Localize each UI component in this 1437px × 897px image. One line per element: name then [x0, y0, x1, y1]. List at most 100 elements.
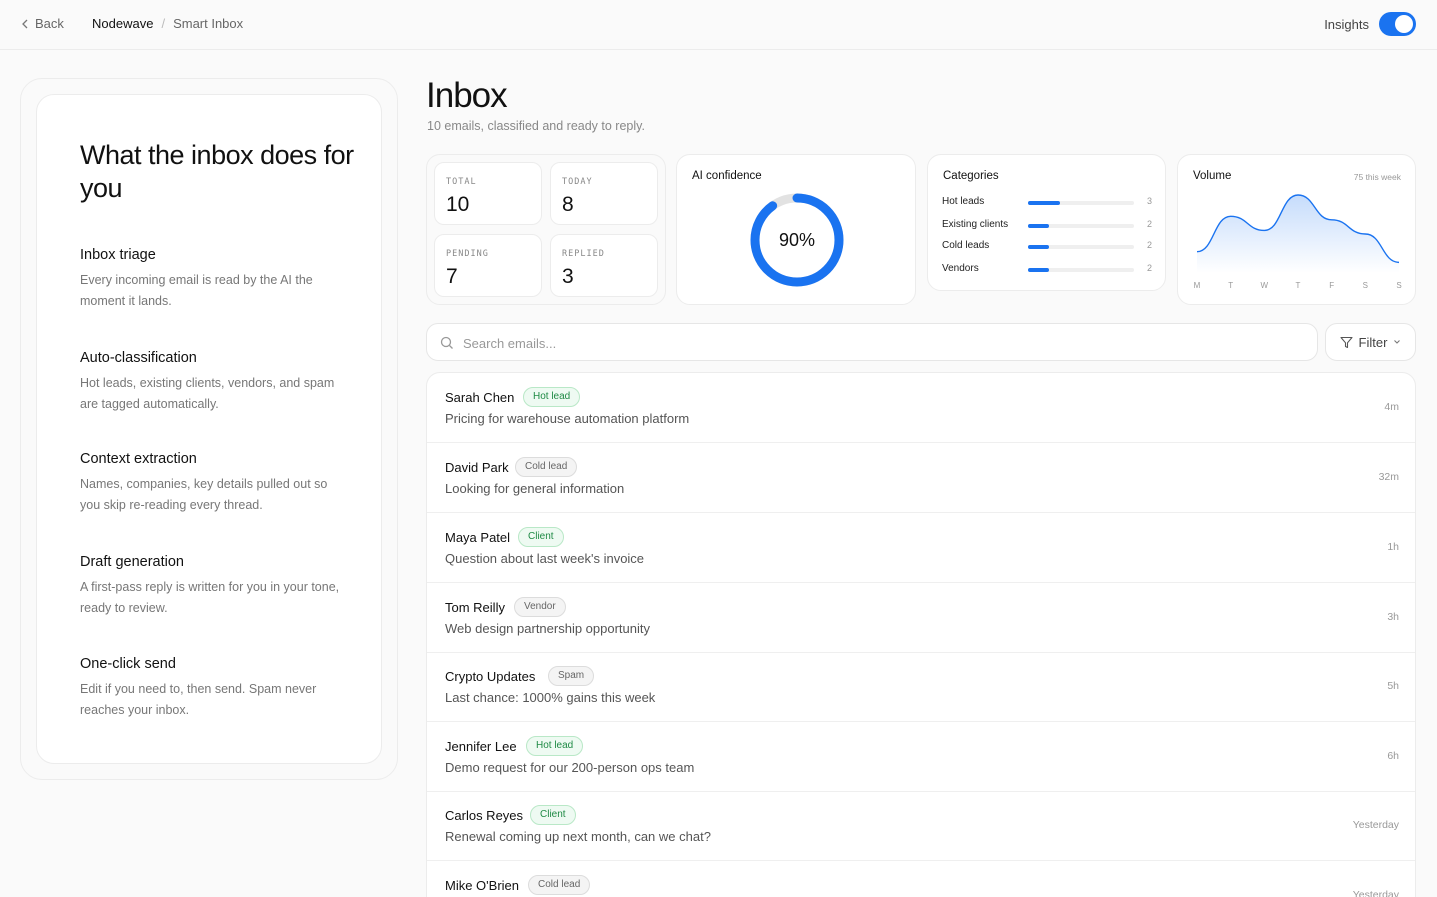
email-sender: Carlos Reyes — [445, 808, 524, 823]
feature-description: Names, companies, key details pulled out… — [80, 477, 328, 512]
feature-item: Context extraction Names, companies, key… — [80, 451, 350, 515]
page-title: Inbox — [426, 76, 508, 115]
email-row[interactable]: Tom Reilly Vendor Web design partnership… — [427, 583, 1415, 653]
email-subject: Web design partnership opportunity — [445, 621, 650, 636]
category-count: 3 — [1146, 196, 1152, 206]
ai-confidence-title: AI confidence — [692, 170, 762, 182]
category-bar-fill — [1028, 201, 1060, 205]
email-time: 32m — [1378, 471, 1399, 483]
volume-day-label: F — [1329, 281, 1334, 290]
category-name: Hot leads — [942, 196, 985, 207]
stats-card: TOTAL 10 TODAY 8 PENDING 7 REPLIED 3 — [426, 154, 666, 305]
email-sender: Maya Patel — [445, 530, 511, 545]
feature-title: Context extraction — [80, 451, 197, 467]
feature-panel-title: What the inbox does for you — [80, 140, 354, 203]
volume-day-label: T — [1228, 281, 1233, 290]
category-count: 2 — [1146, 219, 1152, 229]
email-time: Yesterday — [1352, 819, 1399, 831]
email-sender: Sarah Chen — [445, 390, 515, 405]
category-row-vendors: Vendors 2 — [942, 263, 1152, 277]
breadcrumb-item-nodewave[interactable]: Nodewave — [92, 16, 153, 31]
email-subject: Demo request for our 200-person ops team — [445, 760, 695, 775]
volume-day-label: S — [1363, 281, 1368, 290]
category-name: Existing clients — [942, 219, 1009, 230]
insights-control: Insights — [1324, 12, 1416, 36]
email-tag: Spam — [548, 666, 595, 686]
funnel-icon — [1339, 336, 1353, 348]
toggle-knob — [1395, 15, 1413, 33]
insights-toggle[interactable] — [1379, 12, 1416, 36]
volume-card: Volume 75 this week MTWTFSS — [1177, 154, 1416, 305]
stat-label: REPLIED — [562, 249, 605, 259]
email-subject: Pricing for warehouse automation platfor… — [445, 411, 690, 426]
category-bar-track — [1028, 268, 1134, 272]
email-tag: Hot lead — [523, 387, 581, 407]
email-row[interactable]: Jennifer Lee Hot lead Demo request for o… — [427, 722, 1415, 792]
email-sender: Crypto Updates — [445, 669, 536, 684]
category-count: 2 — [1146, 240, 1152, 250]
email-list: Sarah Chen Hot lead Pricing for warehous… — [426, 372, 1416, 897]
search-input[interactable] — [463, 333, 1263, 353]
email-subject: Last chance: 1000% gains this week — [445, 690, 656, 705]
breadcrumb-item-smart-inbox: Smart Inbox — [173, 16, 244, 31]
feature-title: Inbox triage — [80, 247, 156, 263]
stat-total: TOTAL 10 — [434, 162, 542, 225]
feature-item: Inbox triage Every incoming email is rea… — [80, 247, 350, 311]
email-subject: Looking for general information — [445, 481, 625, 496]
stat-value: 10 — [446, 193, 470, 216]
stat-value: 7 — [446, 265, 458, 288]
stat-label: PENDING — [446, 249, 489, 259]
email-tag: Vendor — [514, 597, 566, 617]
back-button[interactable]: Back — [21, 16, 64, 31]
feature-title: One-click send — [80, 656, 176, 672]
email-row[interactable]: Crypto Updates Spam Last chance: 1000% g… — [427, 652, 1415, 722]
feature-description: Edit if you need to, then send. Spam nev… — [80, 682, 317, 717]
category-bar-fill — [1028, 224, 1050, 228]
feature-item: Draft generation A first-pass reply is w… — [80, 554, 350, 618]
categories-title: Categories — [943, 170, 999, 182]
email-sender: Jennifer Lee — [445, 739, 517, 754]
volume-day-labels: MTWTFSS — [1194, 281, 1402, 290]
stat-replied: REPLIED 3 — [550, 234, 658, 297]
email-row[interactable]: Carlos Reyes Client Renewal coming up ne… — [427, 791, 1415, 861]
stat-pending: PENDING 7 — [434, 234, 542, 297]
email-subject: Renewal coming up next month, can we cha… — [445, 829, 711, 844]
feature-item: Auto-classification Hot leads, existing … — [80, 350, 350, 414]
feature-card: What the inbox does for you Inbox triage… — [36, 94, 382, 764]
search-icon — [440, 336, 453, 349]
email-sender: David Park — [445, 460, 509, 475]
feature-description: Every incoming email is read by the AI t… — [80, 273, 313, 308]
email-tag: Cold lead — [515, 457, 578, 477]
feature-description: Hot leads, existing clients, vendors, an… — [80, 376, 335, 411]
email-row[interactable]: Mike O'Brien Cold lead Yesterday — [427, 861, 1415, 897]
email-time: Yesterday — [1352, 889, 1399, 897]
stat-label: TOTAL — [446, 177, 477, 187]
breadcrumb-separator: / — [161, 16, 166, 31]
email-row[interactable]: Sarah Chen Hot lead Pricing for warehous… — [427, 373, 1415, 443]
category-row-existing-clients: Existing clients 2 — [942, 219, 1152, 233]
page-subtitle: 10 emails, classified and ready to reply… — [427, 119, 645, 133]
feature-panel: What the inbox does for you Inbox triage… — [20, 78, 398, 780]
filter-button[interactable]: Filter — [1325, 323, 1416, 361]
category-bar-track — [1028, 224, 1134, 228]
email-row[interactable]: David Park Cold lead Looking for general… — [427, 443, 1415, 513]
volume-chart: MTWTFSS — [1194, 194, 1402, 290]
email-time: 6h — [1387, 750, 1399, 762]
volume-day-label: M — [1194, 281, 1201, 290]
volume-day-label: T — [1296, 281, 1301, 290]
email-time: 5h — [1387, 680, 1399, 692]
category-row-cold-leads: Cold leads 2 — [942, 240, 1152, 254]
chevron-down-icon — [1394, 340, 1401, 344]
breadcrumb: Nodewave / Smart Inbox — [92, 16, 243, 31]
email-tag: Hot lead — [526, 736, 584, 756]
volume-day-label: W — [1261, 281, 1269, 290]
email-tag: Client — [530, 805, 576, 825]
email-time: 3h — [1387, 611, 1399, 623]
back-label: Back — [35, 16, 64, 31]
feature-description: A first-pass reply is written for you in… — [80, 580, 340, 615]
insights-label: Insights — [1324, 16, 1369, 32]
email-row[interactable]: Maya Patel Client Question about last we… — [427, 513, 1415, 583]
feature-item: One-click send Edit if you need to, then… — [80, 656, 350, 720]
category-name: Vendors — [942, 263, 979, 274]
email-subject: Question about last week's invoice — [445, 551, 645, 566]
